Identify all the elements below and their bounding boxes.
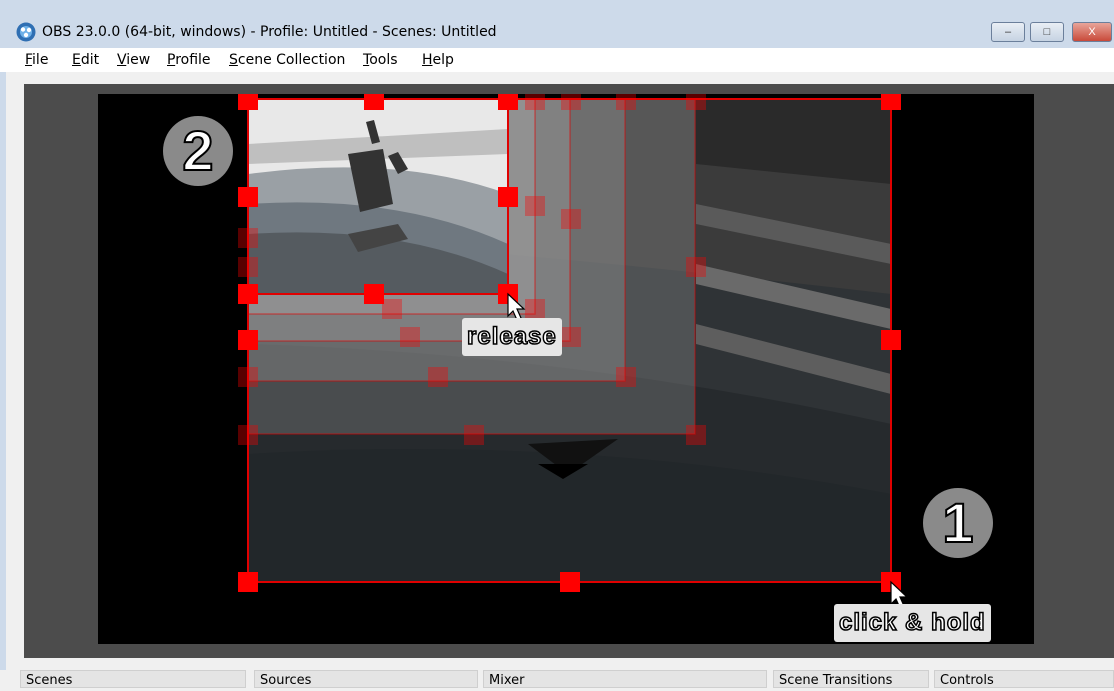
dock-mixer[interactable]: Mixer: [483, 670, 767, 688]
menu-edit[interactable]: Edit: [72, 52, 99, 68]
dock-scenes[interactable]: Scenes: [20, 670, 246, 688]
title-bar[interactable]: OBS 23.0.0 (64-bit, windows) - Profile: …: [0, 0, 1114, 48]
menu-scene-collection[interactable]: Scene Collection: [229, 52, 345, 68]
scene-source-image: [238, 94, 909, 609]
dock-controls[interactable]: Controls: [934, 670, 1114, 688]
window-title: OBS 23.0.0 (64-bit, windows) - Profile: …: [42, 24, 497, 40]
window-border: [0, 48, 6, 688]
close-button[interactable]: X: [1072, 22, 1112, 42]
obs-logo-icon: [16, 22, 36, 42]
menu-view[interactable]: View: [117, 52, 150, 68]
step-1-badge: 1: [923, 488, 993, 558]
scene-canvas[interactable]: 2 1 release click & hold: [98, 94, 1034, 644]
menu-help[interactable]: Help: [422, 52, 454, 68]
menu-file[interactable]: File: [25, 52, 48, 68]
menu-bar: File Edit View Profile Scene Collection …: [0, 48, 1114, 72]
source-small: [248, 99, 508, 294]
dock-scene-transitions[interactable]: Scene Transitions: [773, 670, 929, 688]
minimize-button[interactable]: –: [991, 22, 1025, 42]
maximize-button[interactable]: □: [1030, 22, 1064, 42]
dock-sources[interactable]: Sources: [254, 670, 478, 688]
menu-profile[interactable]: Profile: [167, 52, 211, 68]
release-label: release: [462, 318, 562, 356]
menu-tools[interactable]: Tools: [363, 52, 398, 68]
click-hold-label: click & hold: [834, 604, 991, 642]
step-2-badge: 2: [163, 116, 233, 186]
